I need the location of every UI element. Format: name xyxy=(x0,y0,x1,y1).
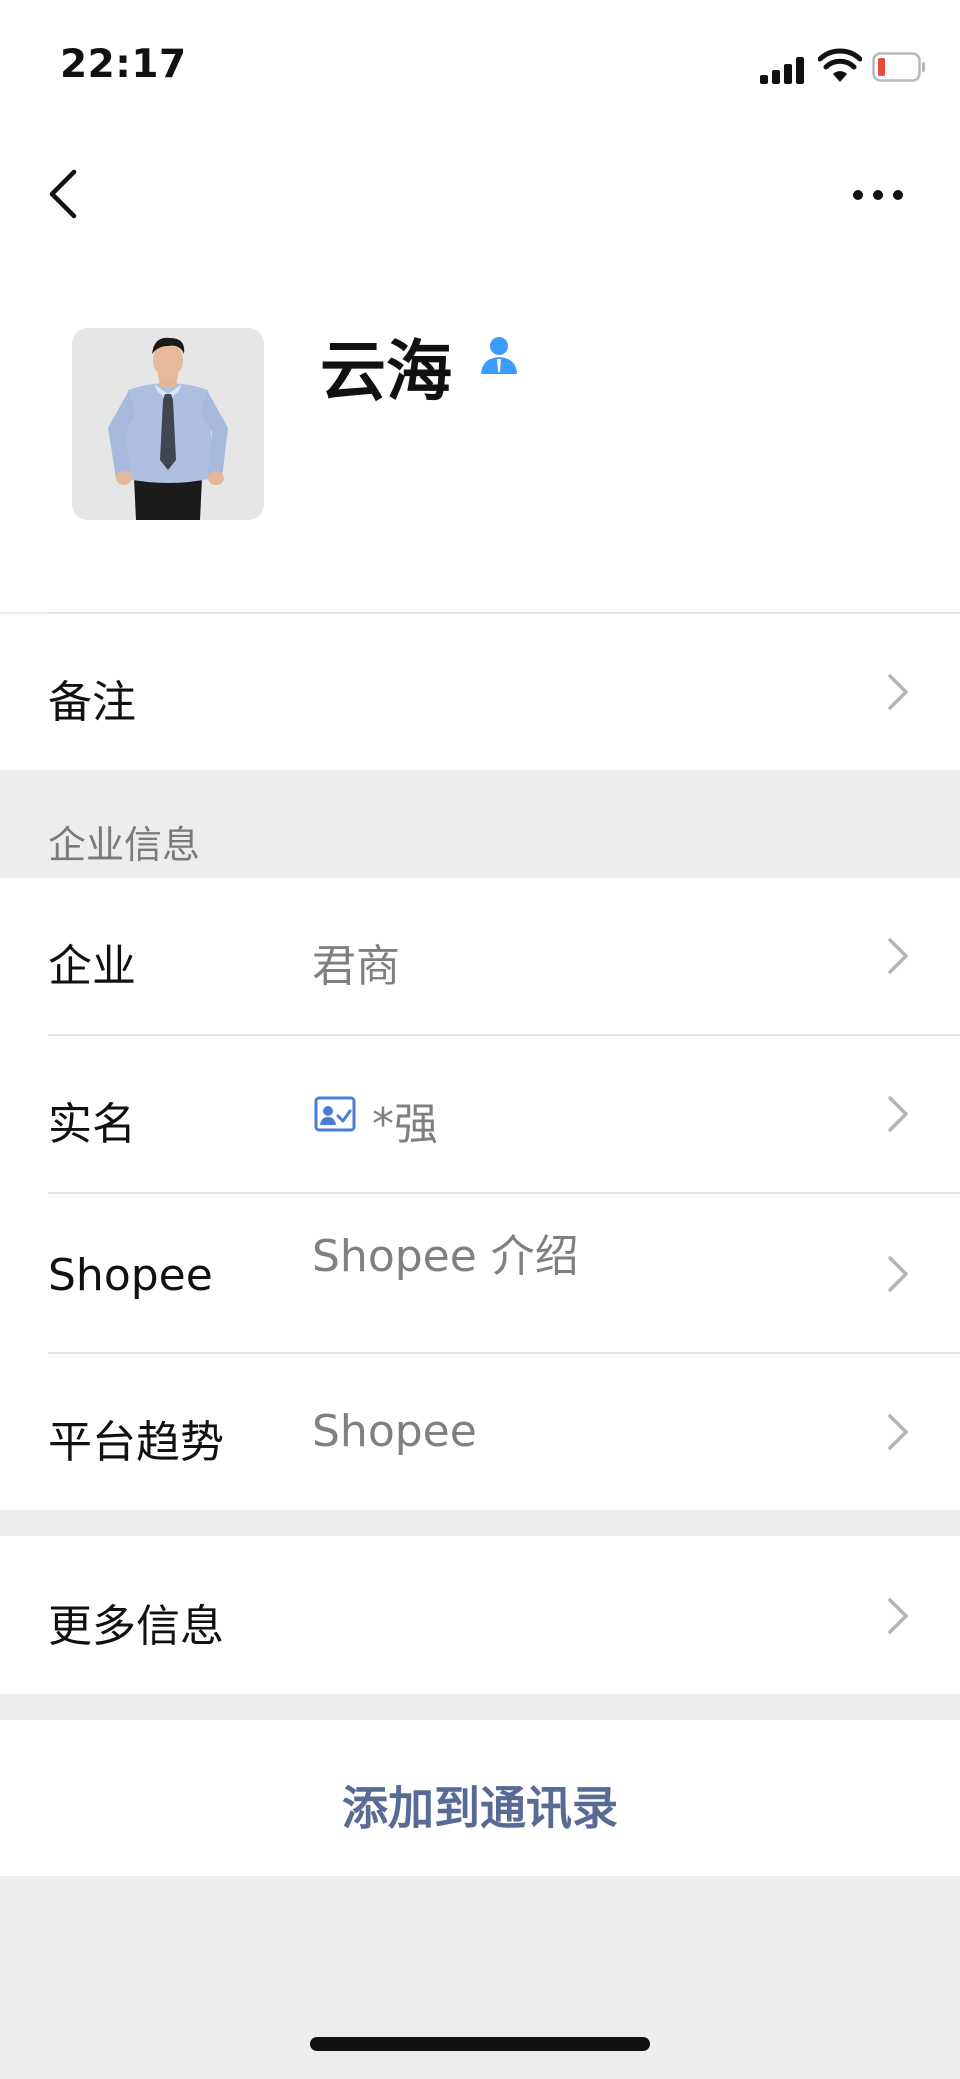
more-icon[interactable] xyxy=(848,180,908,210)
remark-label: 备注 xyxy=(48,677,136,728)
contact-name: 云海 xyxy=(320,333,452,410)
platform-trend-label: 平台趋势 xyxy=(48,1417,224,1468)
chevron-right-icon xyxy=(888,1256,908,1292)
id-card-icon xyxy=(314,1096,356,1132)
person-verified-icon xyxy=(481,337,517,374)
enterprise-value: 君商 xyxy=(312,941,400,992)
status-time: 22:17 xyxy=(60,42,187,87)
chevron-right-icon xyxy=(888,1096,908,1132)
platform-trend-row[interactable]: 平台趋势 Shopee xyxy=(0,1354,960,1510)
shopee-value: Shopee 介绍 xyxy=(312,1231,579,1282)
chevron-right-icon xyxy=(888,1414,908,1450)
more-info-label: 更多信息 xyxy=(48,1601,224,1652)
platform-trend-value: Shopee xyxy=(312,1406,477,1457)
chevron-right-icon xyxy=(888,1598,908,1634)
shopee-row[interactable]: Shopee Shopee 介绍 xyxy=(0,1194,960,1352)
real-name-value: *强 xyxy=(372,1099,438,1150)
add-to-contacts-label: 添加到通讯录 xyxy=(342,1781,618,1835)
add-to-contacts-button[interactable]: 添加到通讯录 xyxy=(0,1720,960,1876)
chevron-right-icon xyxy=(888,938,908,974)
enterprise-row[interactable]: 企业 君商 xyxy=(0,878,960,1034)
remark-row[interactable]: 备注 xyxy=(0,614,960,770)
shopee-label: Shopee xyxy=(48,1250,213,1301)
chevron-right-icon xyxy=(888,674,908,710)
real-name-row[interactable]: 实名 *强 xyxy=(0,1036,960,1192)
wifi-icon xyxy=(818,48,862,82)
home-indicator[interactable] xyxy=(310,2037,650,2051)
signal-icon xyxy=(760,56,806,84)
battery-icon xyxy=(872,52,925,82)
real-name-label: 实名 xyxy=(48,1099,136,1150)
section-title: 企业信息 xyxy=(48,823,201,867)
enterprise-label: 企业 xyxy=(48,941,136,992)
person-photo xyxy=(72,328,264,520)
profile-header xyxy=(0,0,960,612)
avatar[interactable] xyxy=(72,328,264,520)
more-info-row[interactable]: 更多信息 xyxy=(0,1536,960,1694)
back-icon[interactable] xyxy=(44,164,84,224)
